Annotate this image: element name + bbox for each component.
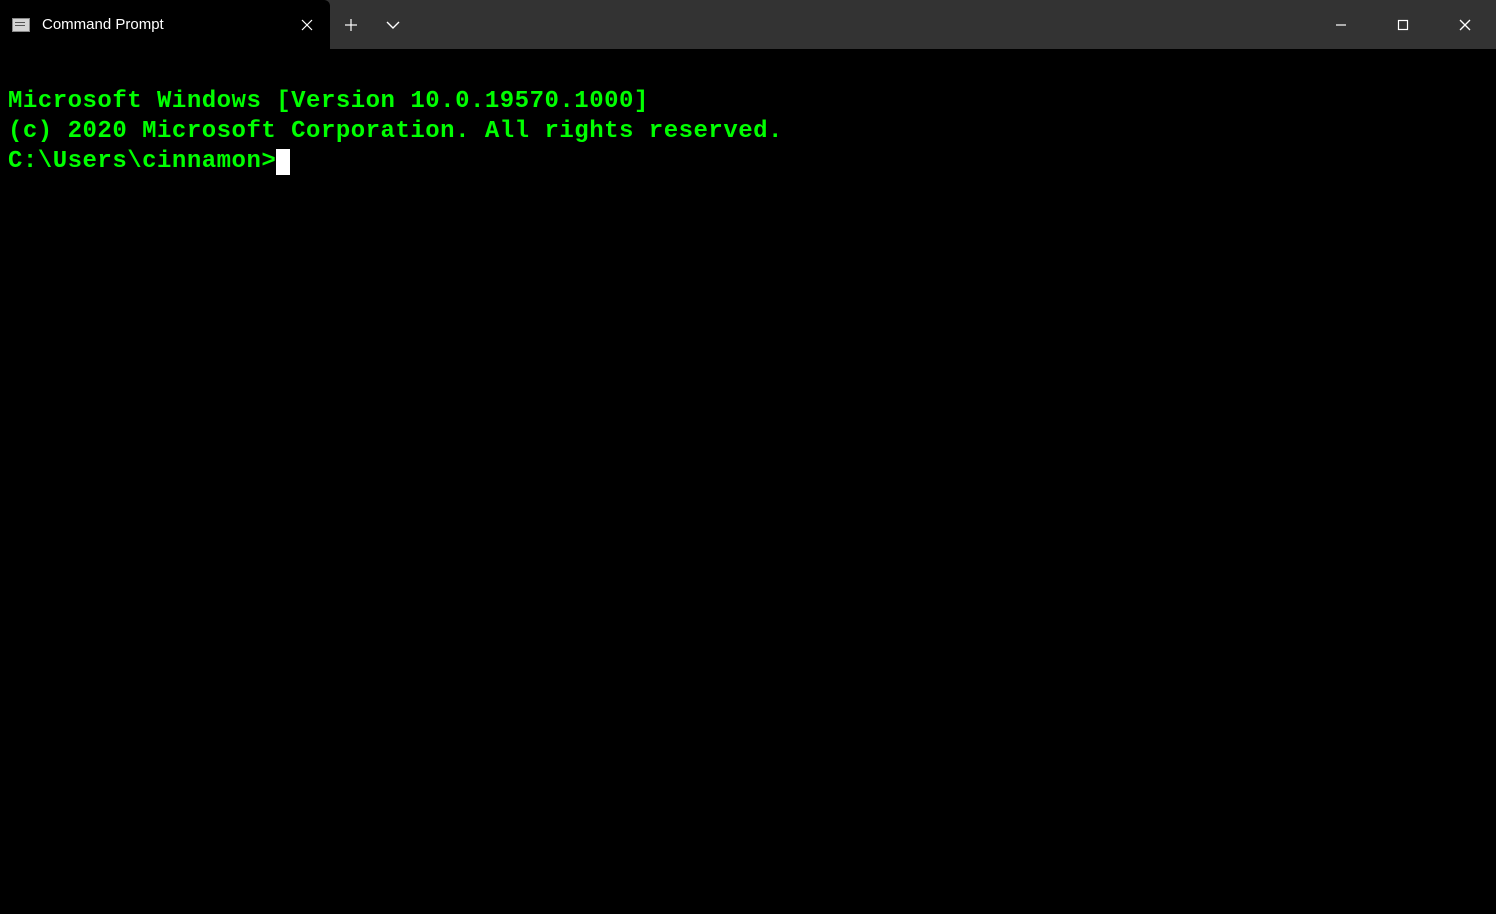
output-line: (c) 2020 Microsoft Corporation. All righ… (8, 117, 1488, 147)
close-icon (301, 19, 313, 31)
close-icon (1459, 19, 1471, 31)
tab-dropdown-button[interactable] (372, 0, 414, 49)
plus-icon (344, 18, 358, 32)
minimize-icon (1335, 19, 1347, 31)
close-tab-button[interactable] (292, 10, 322, 40)
prompt-line: C:\Users\cinnamon> (8, 147, 1488, 177)
output-line: Microsoft Windows [Version 10.0.19570.10… (8, 87, 1488, 117)
minimize-button[interactable] (1310, 0, 1372, 49)
titlebar-drag-region[interactable] (414, 0, 1310, 49)
maximize-button[interactable] (1372, 0, 1434, 49)
cursor (276, 149, 290, 175)
titlebar: Command Prompt (0, 0, 1496, 49)
close-window-button[interactable] (1434, 0, 1496, 49)
window-controls (1310, 0, 1496, 49)
cmd-icon (12, 18, 30, 32)
maximize-icon (1397, 19, 1409, 31)
new-tab-button[interactable] (330, 0, 372, 49)
tab-title: Command Prompt (42, 16, 292, 33)
tab-command-prompt[interactable]: Command Prompt (0, 0, 330, 49)
tab-area: Command Prompt (0, 0, 414, 49)
prompt-text: C:\Users\cinnamon> (8, 147, 276, 177)
chevron-down-icon (386, 21, 400, 29)
terminal-output[interactable]: Microsoft Windows [Version 10.0.19570.10… (0, 49, 1496, 215)
